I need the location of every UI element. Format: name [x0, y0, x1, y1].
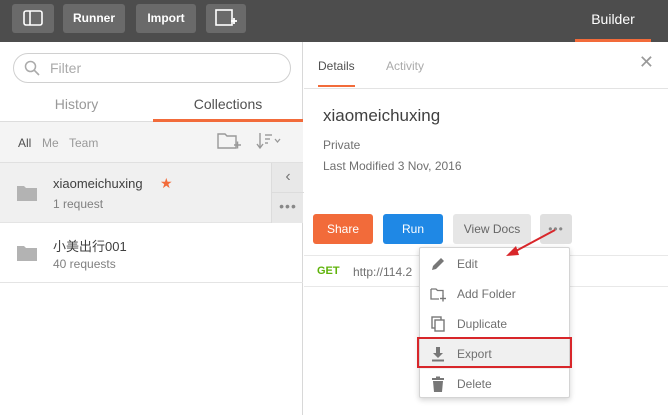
collection-item[interactable]: 小美出行001 40 requests — [0, 223, 303, 283]
run-button[interactable]: Run — [383, 214, 443, 244]
add-folder-icon — [430, 288, 446, 302]
collection-options-menu: Edit Add Folder Duplicate Export Delete — [419, 247, 570, 398]
collection-name: xiaomeichuxing — [53, 176, 143, 191]
details-tabs: Details Activity ✕ — [304, 42, 668, 89]
request-method: GET — [317, 265, 340, 277]
export-highlight-box — [417, 337, 572, 368]
trash-icon — [432, 376, 444, 392]
collection-name: 小美出行001 — [53, 239, 127, 254]
collection-title: xiaomeichuxing — [323, 106, 441, 125]
pencil-icon — [432, 258, 444, 270]
new-collection-icon[interactable] — [216, 130, 242, 152]
annotation-arrow — [506, 229, 556, 256]
sidebar-toggle-icon — [23, 10, 43, 26]
tab-activity[interactable]: Activity — [386, 59, 424, 73]
share-button[interactable]: Share — [313, 214, 373, 244]
tab-details[interactable]: Details — [318, 59, 355, 87]
duplicate-icon — [431, 316, 445, 332]
collection-item[interactable]: xiaomeichuxing ★ 1 request ‹ ••• — [0, 163, 304, 223]
folder-icon — [17, 246, 37, 261]
collection-privacy: Private — [323, 138, 361, 152]
search-input[interactable] — [50, 58, 280, 78]
menu-item-label: Add Folder — [457, 287, 516, 301]
sidebar-toggle-button[interactable] — [12, 4, 54, 33]
tab-collections[interactable]: Collections — [153, 90, 303, 122]
collection-actions: ‹ ••• — [271, 163, 304, 223]
builder-tab[interactable]: Builder — [575, 0, 651, 42]
more-options-icon[interactable]: ••• — [272, 193, 304, 223]
import-button[interactable]: Import — [136, 4, 196, 33]
chevron-left-icon[interactable]: ‹ — [272, 163, 304, 193]
filter-me[interactable]: Me — [42, 136, 59, 150]
new-window-icon — [215, 9, 237, 26]
filter-team[interactable]: Team — [69, 136, 98, 150]
folder-icon — [17, 186, 37, 201]
menu-item-label: Duplicate — [457, 317, 508, 331]
top-toolbar: Runner Import Builder — [0, 0, 668, 42]
sort-icon[interactable] — [256, 130, 282, 152]
request-url: http://114.2 — [353, 265, 413, 279]
tab-history[interactable]: History — [0, 90, 153, 122]
sidebar-tabs: History Collections — [0, 90, 303, 122]
menu-item-delete[interactable]: Delete — [420, 369, 569, 399]
menu-item-add-folder[interactable]: Add Folder — [420, 279, 569, 309]
star-icon[interactable]: ★ — [160, 175, 173, 192]
menu-item-label: Edit — [457, 257, 478, 271]
search-box[interactable] — [13, 53, 291, 83]
runner-button[interactable]: Runner — [63, 4, 125, 33]
menu-item-label: Delete — [457, 377, 492, 391]
collection-request-count: 1 request — [53, 197, 104, 211]
close-icon[interactable]: ✕ — [639, 52, 654, 73]
last-modified: Last Modified 3 Nov, 2016 — [323, 159, 462, 173]
filter-all[interactable]: All — [18, 136, 31, 150]
collection-filter-bar: All Me Team — [0, 122, 303, 163]
search-icon — [24, 60, 40, 76]
collection-request-count: 40 requests — [53, 257, 116, 271]
sidebar: History Collections All Me Team xiaomeic… — [0, 42, 304, 415]
menu-item-duplicate[interactable]: Duplicate — [420, 309, 569, 339]
new-window-button[interactable] — [206, 4, 246, 33]
